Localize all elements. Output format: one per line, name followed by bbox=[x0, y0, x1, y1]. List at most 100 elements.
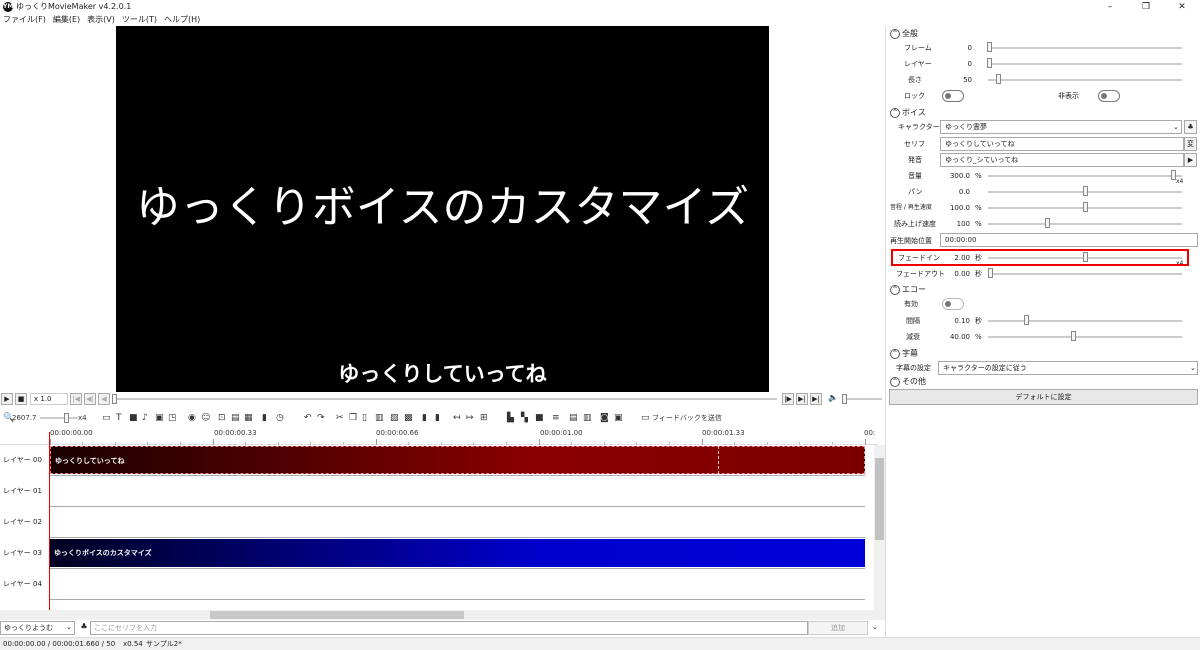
length-thumb[interactable] bbox=[996, 74, 1001, 84]
feedback-button[interactable]: フィードバックを送信 bbox=[652, 412, 722, 424]
effect-icon[interactable]: ⊡ bbox=[218, 412, 226, 424]
lock-toggle[interactable] bbox=[942, 90, 964, 102]
echo-decay-thumb[interactable] bbox=[1071, 331, 1076, 341]
pan-value[interactable]: 0.0 bbox=[936, 186, 970, 198]
section-general[interactable]: ^ 全般 bbox=[890, 28, 918, 40]
pitch-value[interactable]: 100.0 bbox=[936, 202, 970, 214]
zoom-thumb[interactable] bbox=[64, 413, 69, 423]
timeline-layer-05[interactable] bbox=[0, 600, 865, 610]
feedback-icon[interactable]: ▭ bbox=[641, 412, 650, 424]
echo-interval-value[interactable]: 0.10 bbox=[936, 315, 970, 327]
move-left-icon[interactable]: ↤ bbox=[453, 412, 461, 424]
face-icon[interactable]: ☺ bbox=[201, 412, 210, 424]
voice-select[interactable]: ゆっくりようむ bbox=[0, 621, 75, 635]
frame-thumb[interactable] bbox=[987, 42, 992, 52]
volume-multiplier[interactable]: x4 bbox=[1176, 176, 1183, 188]
seek-thumb[interactable] bbox=[112, 394, 117, 404]
new-file-icon[interactable]: ▙ bbox=[507, 412, 514, 424]
delete-icon[interactable]: ▮ bbox=[422, 412, 427, 424]
length-value[interactable]: 50 bbox=[936, 74, 972, 86]
export-icon[interactable]: ▤ bbox=[569, 412, 578, 424]
video-icon[interactable]: ■ bbox=[129, 412, 138, 424]
timeline-layer-04[interactable]: レイヤー 04 bbox=[0, 569, 865, 600]
timeline-clip-voice[interactable]: ゆっくりしていってね bbox=[50, 446, 865, 474]
move-right-icon[interactable]: ↦ bbox=[466, 412, 474, 424]
copy-icon[interactable]: ❐ bbox=[349, 412, 357, 424]
length-slider[interactable] bbox=[988, 79, 1182, 81]
settings-icon[interactable]: ≡ bbox=[552, 412, 560, 424]
align-icon[interactable]: ⊞ bbox=[480, 412, 488, 424]
next-frame-button[interactable]: |▶ bbox=[782, 393, 794, 405]
play-button[interactable]: ▶ bbox=[1, 393, 13, 405]
timeline-layer-00[interactable]: レイヤー 00 ゆっくりしていってね bbox=[0, 445, 865, 476]
hide-toggle[interactable] bbox=[1098, 90, 1120, 102]
volume-thumb[interactable] bbox=[842, 394, 847, 404]
playhead[interactable] bbox=[49, 432, 50, 610]
layer-value[interactable]: 0 bbox=[936, 58, 972, 70]
end-button[interactable]: ▶| bbox=[810, 393, 822, 405]
echo-decay-value[interactable]: 40.00 bbox=[936, 331, 970, 343]
forward-button[interactable]: ▶| bbox=[796, 393, 808, 405]
add-button[interactable]: 追加 bbox=[808, 621, 868, 635]
split-icon[interactable]: ▩ bbox=[404, 412, 413, 424]
minimize-button[interactable]: – bbox=[1092, 0, 1128, 14]
character-settings-icon[interactable]: ♣ bbox=[78, 622, 90, 634]
undo-icon[interactable]: ↶ bbox=[304, 412, 312, 424]
save-icon[interactable]: ■ bbox=[535, 412, 544, 424]
speed-select[interactable]: x 1.0 bbox=[30, 393, 68, 405]
back-button[interactable]: ◀ bbox=[98, 393, 110, 405]
read-speed-slider[interactable] bbox=[988, 223, 1182, 225]
frame-slider[interactable] bbox=[988, 47, 1182, 49]
menu-file[interactable]: ファイル(F) bbox=[0, 14, 50, 26]
timeline-layer-01[interactable]: レイヤー 01 bbox=[0, 476, 865, 507]
play-voice-button[interactable]: ▶ bbox=[1184, 153, 1197, 167]
subtitle-setting-select[interactable]: キャラクターの設定に従う bbox=[938, 361, 1198, 375]
stop-button[interactable]: ■ bbox=[15, 393, 27, 405]
vertical-scroll-thumb[interactable] bbox=[875, 458, 884, 540]
section-other[interactable]: ^ その他 bbox=[890, 376, 926, 388]
echo-enable-toggle[interactable] bbox=[942, 298, 964, 310]
cut-icon[interactable]: ✂ bbox=[336, 412, 344, 424]
convert-button[interactable]: 変 bbox=[1184, 137, 1197, 151]
character-select[interactable]: ゆっくり霊夢 bbox=[940, 120, 1182, 134]
camera-icon[interactable]: ◙ bbox=[600, 412, 609, 424]
serif-field[interactable]: ゆっくりしていってね bbox=[940, 137, 1184, 151]
section-voice[interactable]: ^ ボイス bbox=[890, 107, 926, 119]
maximize-button[interactable]: ❐ bbox=[1128, 0, 1164, 14]
volume-slider[interactable] bbox=[988, 175, 1182, 177]
echo-interval-thumb[interactable] bbox=[1024, 315, 1029, 325]
menu-tools[interactable]: ツール(T) bbox=[119, 14, 161, 26]
menu-view[interactable]: 表示(V) bbox=[84, 14, 119, 26]
close-button[interactable]: ✕ bbox=[1164, 0, 1200, 14]
sound-icon[interactable]: ▮ bbox=[262, 412, 267, 424]
music-icon[interactable]: ♪ bbox=[142, 412, 148, 424]
fadeout-value[interactable]: 0.00 bbox=[936, 268, 970, 280]
shape-icon[interactable]: ◳ bbox=[168, 412, 177, 424]
group-icon[interactable]: ▤ bbox=[231, 412, 240, 424]
grid-icon[interactable]: ▦ bbox=[244, 412, 253, 424]
read-speed-value[interactable]: 100 bbox=[936, 218, 970, 230]
fadeout-slider[interactable] bbox=[988, 273, 1182, 275]
paste-special-icon[interactable]: ▥ bbox=[375, 412, 384, 424]
clock-icon[interactable]: ◷ bbox=[276, 412, 284, 424]
layer-thumb[interactable] bbox=[987, 58, 992, 68]
prev-frame-button[interactable]: ◀| bbox=[84, 393, 96, 405]
delete-all-icon[interactable]: ▮ bbox=[435, 412, 440, 424]
echo-decay-slider[interactable] bbox=[988, 336, 1182, 338]
seek-bar[interactable] bbox=[112, 398, 777, 400]
timeline-layer-02[interactable]: レイヤー 02 bbox=[0, 507, 865, 538]
lock-icon[interactable]: ▨ bbox=[390, 412, 399, 424]
open-icon[interactable]: ▚ bbox=[521, 412, 528, 424]
menu-edit[interactable]: 編集(E) bbox=[50, 14, 84, 26]
timeline-layer-03[interactable]: レイヤー 03 ゆっくりボイスのカスタマイズ bbox=[0, 538, 865, 569]
image-icon[interactable]: ▣ bbox=[155, 412, 164, 424]
character-icon[interactable]: ◉ bbox=[188, 412, 196, 424]
video-preview[interactable]: ゆっくりボイスのカスタマイズ ゆっくりしていってね bbox=[116, 26, 769, 392]
layer-slider[interactable] bbox=[988, 63, 1182, 65]
volume-value[interactable]: 300.0 bbox=[936, 170, 970, 182]
frame-value[interactable]: 0 bbox=[936, 42, 972, 54]
volume-slider[interactable] bbox=[842, 398, 882, 400]
set-default-button[interactable]: デフォルトに設定 bbox=[889, 389, 1198, 405]
render-icon[interactable]: ▥ bbox=[583, 412, 592, 424]
section-echo[interactable]: ^ エコー bbox=[890, 284, 926, 296]
